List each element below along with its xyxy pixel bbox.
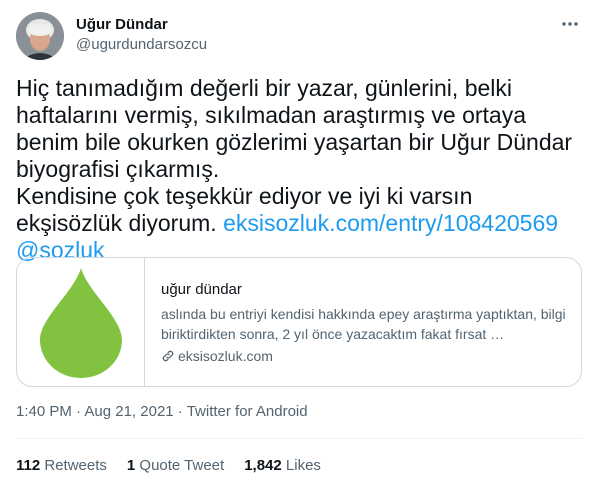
likes-label: Likes (281, 457, 321, 474)
author-names: Uğur Dündar @ugurdundarsozcu (76, 15, 207, 55)
retweets-stat[interactable]: 112 Retweets (16, 456, 107, 476)
drop-logo-icon (39, 268, 122, 378)
tweet-date[interactable]: Aug 21, 2021 (84, 403, 173, 420)
tweet-header: Uğur Dündar @ugurdundarsozcu (16, 12, 582, 60)
author-handle[interactable]: @ugurdundarsozcu (76, 35, 207, 55)
quotes-count: 1 (126, 457, 136, 474)
divider (16, 438, 582, 439)
more-button[interactable] (558, 12, 582, 36)
link-preview-card[interactable]: uğur dündar aslında bu entriyi kendisi h… (16, 257, 582, 387)
likes-count: 1,842 (244, 457, 282, 474)
card-description: aslında bu entriyi kendisi hakkında epey… (161, 306, 566, 342)
meta-separator: · (71, 403, 85, 420)
link-icon (162, 350, 174, 362)
tweet-stats: 112 Retweets 1 Quote Tweet 1,842 Likes (16, 456, 321, 476)
author-display-name[interactable]: Uğur Dündar (76, 15, 207, 35)
avatar[interactable] (16, 12, 64, 60)
more-icon (562, 22, 578, 26)
card-title: uğur dündar (161, 281, 242, 298)
card-body: uğur dündar aslında bu entriyi kendisi h… (161, 280, 571, 366)
tweet-text: Hiç tanımadığım değerli bir yazar, günle… (16, 75, 582, 264)
retweets-label: Retweets (40, 457, 107, 474)
likes-stat[interactable]: 1,842 Likes (244, 456, 321, 476)
quotes-stat[interactable]: 1 Quote Tweet (127, 456, 224, 476)
tweet-time[interactable]: 1:40 PM (16, 403, 72, 420)
tweet-meta: 1:40 PM · Aug 21, 2021 · Twitter for And… (16, 402, 308, 422)
card-domain: eksisozluk.com (161, 346, 571, 366)
tweet-link[interactable]: eksisozluk.com/entry/108420569 (223, 210, 558, 236)
card-thumbnail (17, 258, 145, 386)
avatar-image (16, 12, 64, 60)
meta-separator: · (173, 403, 187, 420)
quotes-label: Quote Tweet (135, 457, 225, 474)
tweet-source[interactable]: Twitter for Android (187, 403, 308, 420)
card-domain-text: eksisozluk.com (178, 348, 273, 364)
retweets-count: 112 (16, 457, 41, 474)
